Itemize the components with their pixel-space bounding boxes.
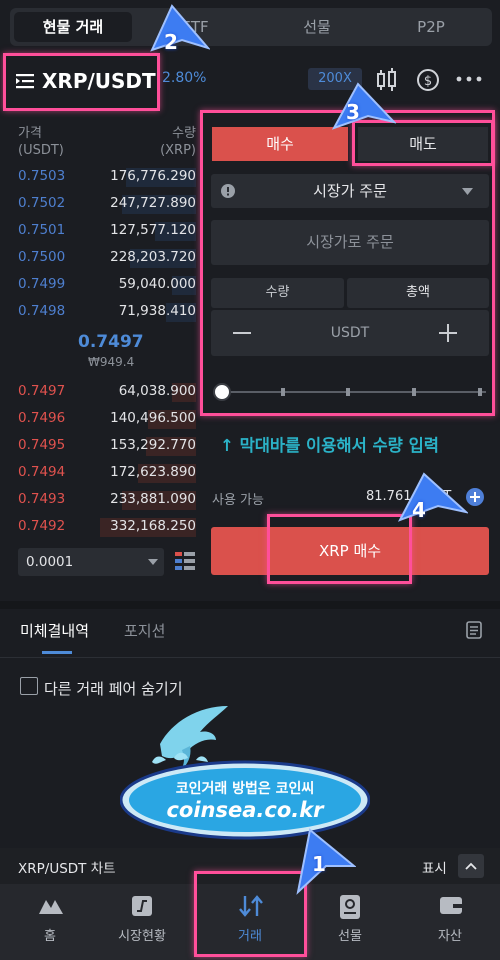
document-icon[interactable]: [466, 621, 482, 639]
futures-icon: [340, 895, 360, 919]
orderbook-price: 0.7503: [18, 168, 66, 184]
hide-other-pairs-label: 다른 거래 페어 숨기기: [44, 680, 183, 698]
orderbook-row[interactable]: 0.7499 59,040.000: [0, 274, 200, 295]
market-chart-icon: [132, 896, 152, 916]
orderbook-row[interactable]: 0.7502 247,727.890: [0, 193, 200, 214]
orderbook-quantity: 332,168.250: [110, 518, 196, 534]
tab-p2p[interactable]: P2P: [372, 12, 490, 42]
orderbook-price: 0.7498: [18, 303, 66, 319]
nav-markets-label: 시장현황: [118, 929, 166, 944]
quantity-column-header: 수량 (XRP): [160, 126, 196, 158]
section-divider: [0, 601, 500, 609]
callout-number-3: 3: [346, 100, 360, 124]
last-price: 0.7497: [78, 332, 144, 352]
callout-arrow-4: [398, 472, 468, 522]
tab-open-orders[interactable]: 미체결내역: [20, 620, 89, 641]
highlight-buy-button: [267, 514, 412, 584]
tab-divider: [0, 657, 500, 658]
orderbook-quantity: 140,496.500: [110, 410, 196, 426]
orderbook-price: 0.7502: [18, 195, 66, 211]
orderbook-quantity: 228,203.720: [110, 249, 196, 265]
add-funds-icon[interactable]: [466, 488, 484, 506]
nav-assets-label: 자산: [438, 929, 462, 944]
orderbook-price: 0.7497: [18, 383, 66, 399]
market-type-tabs: 현물 거래 ETF 선물 P2P: [10, 8, 492, 46]
orderbook-quantity: 233,881.090: [110, 491, 196, 507]
orderbook-row[interactable]: 0.7497 64,038.900: [0, 381, 200, 402]
highlight-trade-nav: [194, 871, 307, 957]
available-label: 사용 가능: [212, 493, 264, 508]
price-column-header: 가격 (USDT): [18, 126, 64, 158]
callout-number-4: 4: [412, 498, 426, 522]
orderbook-row[interactable]: 0.7503 176,776.290: [0, 166, 200, 187]
more-options-icon[interactable]: [456, 74, 482, 84]
chart-expand-button[interactable]: [458, 854, 484, 878]
orderbook-quantity: 153,292.770: [110, 437, 196, 453]
orderbook-row[interactable]: 0.7494 172,623.890: [0, 462, 200, 483]
orderbook-row[interactable]: 0.7492 332,168.250: [0, 516, 200, 537]
orderbook-row[interactable]: 0.7496 140,496.500: [0, 408, 200, 429]
orderbook-price: 0.7494: [18, 464, 66, 480]
chart-bar-label: XRP/USDT 차트: [18, 861, 116, 877]
price-change: 2.80%: [162, 70, 207, 86]
hide-other-pairs-checkbox[interactable]: [20, 677, 38, 695]
orderbook-quantity: 176,776.290: [110, 168, 196, 184]
nav-assets[interactable]: 자산: [400, 884, 500, 960]
callout-arrow-3: [331, 82, 396, 130]
orderbook-row[interactable]: 0.7498 71,938.410: [0, 301, 200, 322]
callout-number-1: 1: [312, 852, 326, 876]
callout-number-2: 2: [164, 30, 178, 54]
orderbook-quantity: 59,040.000: [118, 276, 196, 292]
orderbook-layout-icon[interactable]: [174, 550, 196, 572]
orderbook-quantity: 172,623.890: [110, 464, 196, 480]
orderbook-row[interactable]: 0.7493 233,881.090: [0, 489, 200, 510]
price-step-select[interactable]: 0.0001: [18, 548, 164, 576]
chevron-up-icon: [465, 862, 477, 870]
nav-home[interactable]: 홈: [0, 884, 100, 960]
orderbook-quantity: 127,577.120: [110, 222, 196, 238]
slider-hint-annotation: ↑ 막대바를 이용해서 수량 입력: [220, 436, 439, 455]
orderbook-price: 0.7492: [18, 518, 66, 534]
callout-arrow-2: [150, 4, 210, 52]
orderbook-price: 0.7499: [18, 276, 66, 292]
nav-home-label: 홈: [44, 929, 56, 944]
tab-spot[interactable]: 현물 거래: [14, 12, 132, 42]
watermark-site: coinsea.co.kr: [166, 798, 324, 822]
orderbook-quantity: 64,038.900: [118, 383, 196, 399]
watermark-tagline: 코인거래 방법은 코인씨: [175, 781, 315, 797]
chart-show-label[interactable]: 표시: [422, 857, 447, 877]
orderbook-row[interactable]: 0.7501 127,577.120: [0, 220, 200, 241]
orderbook-price: 0.7500: [18, 249, 66, 265]
svg-text:$: $: [424, 74, 432, 89]
orderbook-quantity: 247,727.890: [110, 195, 196, 211]
tab-futures[interactable]: 선물: [258, 12, 376, 42]
orderbook-price: 0.7495: [18, 437, 66, 453]
last-price-krw: ₩949.4: [88, 355, 135, 369]
active-tab-indicator: [42, 651, 72, 654]
chevron-down-icon: [148, 559, 158, 565]
wallet-icon: [440, 897, 462, 914]
orderbook-row[interactable]: 0.7495 153,292.770: [0, 435, 200, 456]
orderbook-price: 0.7496: [18, 410, 66, 426]
orderbook-price: 0.7501: [18, 222, 66, 238]
orderbook-price: 0.7493: [18, 491, 66, 507]
home-icon: [39, 900, 63, 914]
orderbook-quantity: 71,938.410: [118, 303, 196, 319]
nav-markets[interactable]: 시장현황: [92, 884, 192, 960]
price-step-value: 0.0001: [26, 554, 74, 570]
orderbook-row[interactable]: 0.7500 228,203.720: [0, 247, 200, 268]
nav-futures-label: 선물: [338, 929, 362, 944]
tab-positions[interactable]: 포지션: [124, 620, 165, 641]
dollar-icon[interactable]: $: [416, 68, 440, 92]
highlight-pair-selector: [3, 53, 160, 111]
